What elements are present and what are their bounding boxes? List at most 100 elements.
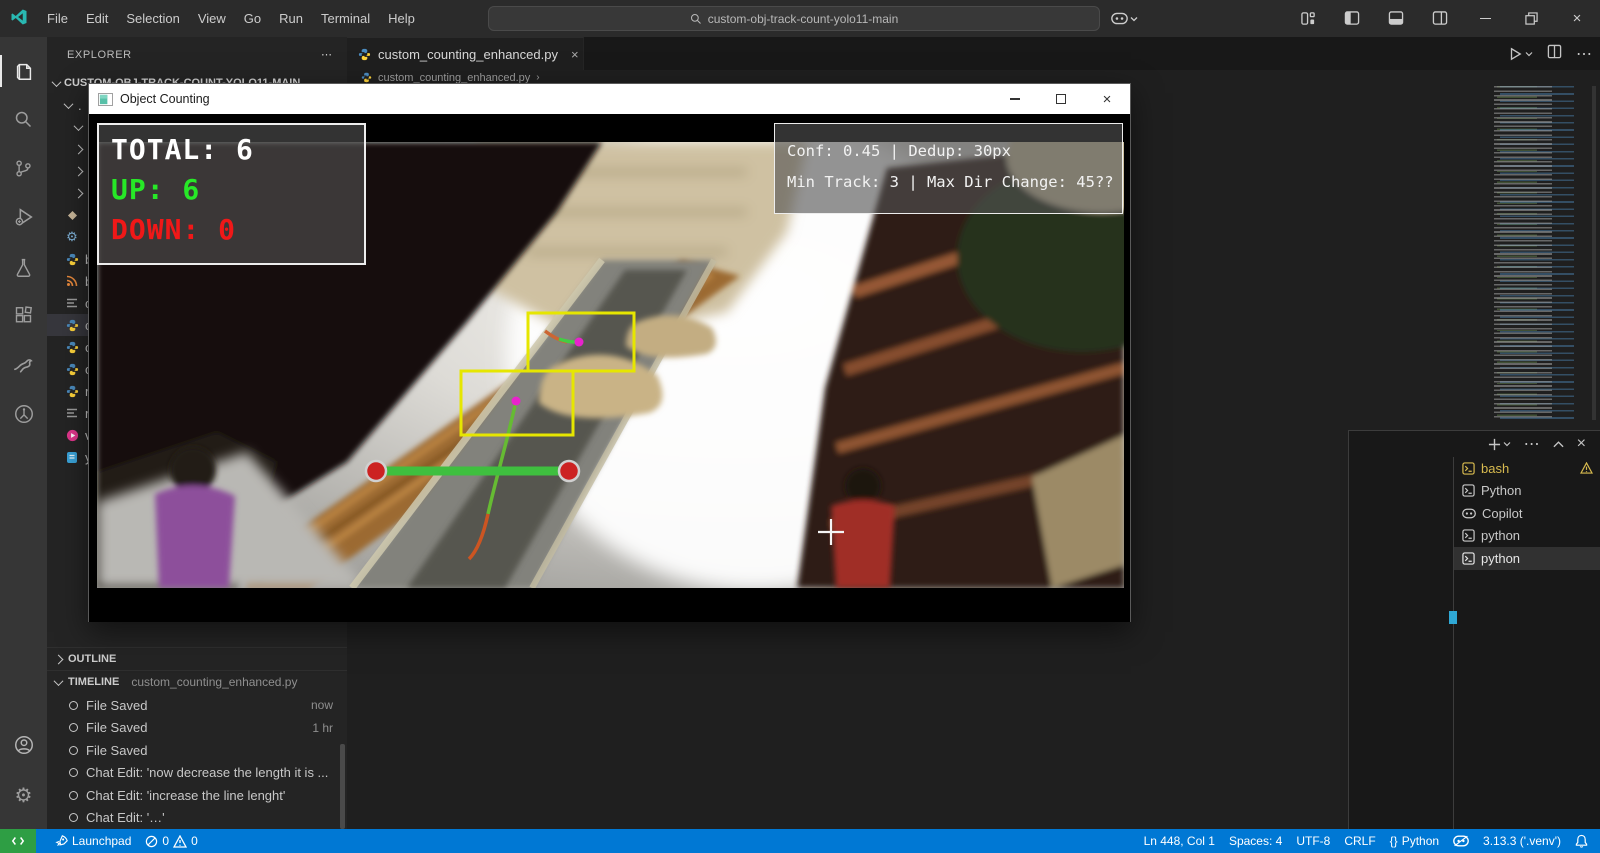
cv-maximize-icon[interactable]	[1038, 84, 1084, 114]
menu-go[interactable]: Go	[235, 7, 270, 30]
window-close-icon[interactable]: ×	[1554, 0, 1600, 37]
timeline-item[interactable]: Chat Edit: 'now decrease the length it i…	[47, 762, 347, 785]
terminal-panel: ⋯ × bash Python Copilot python python	[1348, 430, 1600, 829]
cv-window-titlebar[interactable]: Object Counting ×	[89, 84, 1130, 114]
editor-scrollbar[interactable]	[1592, 86, 1596, 420]
terminal-icon	[1462, 529, 1475, 542]
toggle-secondary-sidebar-icon[interactable]	[1418, 0, 1462, 37]
menu-help[interactable]: Help	[379, 7, 424, 30]
tab-close-icon[interactable]: ×	[571, 47, 579, 62]
source-control-icon[interactable]	[0, 148, 47, 188]
window-minimize-icon[interactable]	[1462, 0, 1508, 37]
timeline-dot-icon	[69, 700, 78, 710]
launchpad-button[interactable]: Launchpad	[48, 829, 138, 853]
terminal-icon	[1462, 552, 1475, 565]
line-endpoint-right	[557, 459, 581, 483]
kangaroo-extension-icon[interactable]	[0, 345, 47, 385]
terminal-tab-bash[interactable]: bash	[1454, 457, 1600, 480]
remote-indicator[interactable]	[0, 829, 36, 853]
timeline-item[interactable]: File Saved	[47, 739, 347, 762]
menu-file[interactable]: File	[38, 7, 77, 30]
window-restore-icon[interactable]	[1508, 0, 1554, 37]
panel-maximize-icon[interactable]	[1553, 435, 1564, 453]
toggle-panel-icon[interactable]	[1374, 0, 1418, 37]
panel-more-icon[interactable]: ⋯	[1524, 434, 1540, 454]
tab-custom-counting-enhanced[interactable]: custom_counting_enhanced.py ×	[347, 37, 584, 70]
timeline-item[interactable]: File Saved 1 hr	[47, 717, 347, 740]
menu-run[interactable]: Run	[270, 7, 312, 30]
breadcrumb-file: custom_counting_enhanced.py	[378, 71, 531, 84]
conf-line2: Min Track: 3 | Max Dir Change: 45??	[787, 173, 1114, 191]
explorer-title: EXPLORER	[67, 48, 132, 61]
tab-label: custom_counting_enhanced.py	[378, 46, 558, 62]
python-file-icon	[65, 384, 79, 398]
customize-layout-icon[interactable]	[1286, 0, 1330, 37]
encoding[interactable]: UTF-8	[1289, 829, 1337, 853]
python-file-icon	[361, 72, 372, 83]
extensions-icon[interactable]	[0, 296, 47, 336]
chevron-right-icon	[73, 144, 84, 154]
account-icon[interactable]	[0, 725, 47, 765]
cv-minimize-icon[interactable]	[992, 84, 1038, 114]
cv-close-icon[interactable]: ×	[1084, 84, 1130, 114]
command-center-search[interactable]: custom-obj-track-count-yolo11-main	[488, 6, 1100, 31]
eol-sequence[interactable]: CRLF	[1337, 829, 1382, 853]
new-terminal-icon[interactable]	[1488, 438, 1511, 451]
cursor-position[interactable]: Ln 448, Col 1	[1137, 829, 1222, 853]
warning-icon	[1580, 462, 1593, 474]
menu-view[interactable]: View	[189, 7, 235, 30]
problems-indicator[interactable]: 0 0	[138, 829, 204, 853]
minimap[interactable]	[1488, 86, 1588, 420]
toggle-sidebar-icon[interactable]	[1330, 0, 1374, 37]
sidebar-scrollbar[interactable]	[340, 744, 345, 829]
terminal-tab-python3-selected[interactable]: python	[1454, 547, 1600, 570]
run-debug-icon[interactable]	[0, 197, 47, 237]
terminal-tab-list: bash Python Copilot python python	[1453, 457, 1600, 829]
indentation[interactable]: Spaces: 4	[1222, 829, 1289, 853]
search-icon	[690, 13, 701, 24]
timeline-item[interactable]: Chat Edit: 'increase the line lenght'	[47, 784, 347, 807]
text-file-icon	[65, 406, 79, 420]
explorer-more-icon[interactable]: ⋯	[321, 48, 333, 61]
timeline-section-header[interactable]: TIMELINE custom_counting_enhanced.py	[47, 670, 347, 693]
timeline-dot-icon	[69, 790, 78, 800]
run-python-icon[interactable]	[1508, 47, 1533, 61]
chevron-down-icon	[53, 675, 64, 686]
timeline-item[interactable]: Chat Edit: '…'	[47, 807, 347, 830]
chevron-down-icon	[1503, 442, 1511, 447]
split-editor-icon[interactable]	[1547, 44, 1562, 64]
python-interpreter[interactable]: 3.13.3 ('.venv')	[1476, 829, 1568, 853]
outline-section-header[interactable]: OUTLINE	[47, 647, 347, 670]
menu-edit[interactable]: Edit	[77, 7, 117, 30]
terminal-tab-copilot[interactable]: Copilot	[1454, 502, 1600, 525]
notifications-bell-icon[interactable]	[1568, 829, 1600, 853]
menu-terminal[interactable]: Terminal	[312, 7, 379, 30]
copilot-icon[interactable]	[1102, 0, 1146, 37]
up-count: UP: 6	[111, 173, 201, 206]
copilot-status-icon[interactable]	[1446, 829, 1476, 853]
python-file-icon	[65, 362, 79, 376]
config-overlay: Conf: 0.45 | Dedup: 30px Min Track: 3 | …	[774, 123, 1123, 214]
video-file-icon	[65, 428, 79, 442]
terminal-tab-python[interactable]: Python	[1454, 480, 1600, 503]
search-sidebar-icon[interactable]	[0, 99, 47, 139]
terminal-tab-python2[interactable]: python	[1454, 525, 1600, 548]
terminal-panel-header: ⋯ ×	[1349, 431, 1600, 457]
cv-window-title: Object Counting	[120, 92, 210, 106]
timeline-dot-icon	[69, 813, 78, 823]
chevron-down-icon	[73, 120, 84, 131]
panel-close-icon[interactable]: ×	[1577, 435, 1586, 453]
editor-more-icon[interactable]: ⋯	[1576, 44, 1592, 64]
language-mode[interactable]: {} Python	[1383, 829, 1446, 853]
settings-gear-icon[interactable]: ⚙	[0, 775, 47, 815]
testing-flask-icon[interactable]	[0, 247, 47, 287]
timeline-dot-icon	[69, 723, 78, 733]
stats-overlay: TOTAL: 6 UP: 6 DOWN: 0	[97, 123, 366, 265]
share-circle-icon[interactable]	[0, 394, 47, 434]
timeline-item[interactable]: File Saved now	[47, 694, 347, 717]
timeline-dot-icon	[69, 745, 78, 755]
terminal-icon	[1462, 484, 1475, 497]
explorer-icon[interactable]	[0, 51, 47, 91]
menu-selection[interactable]: Selection	[117, 7, 188, 30]
terminal-icon	[1462, 462, 1475, 475]
